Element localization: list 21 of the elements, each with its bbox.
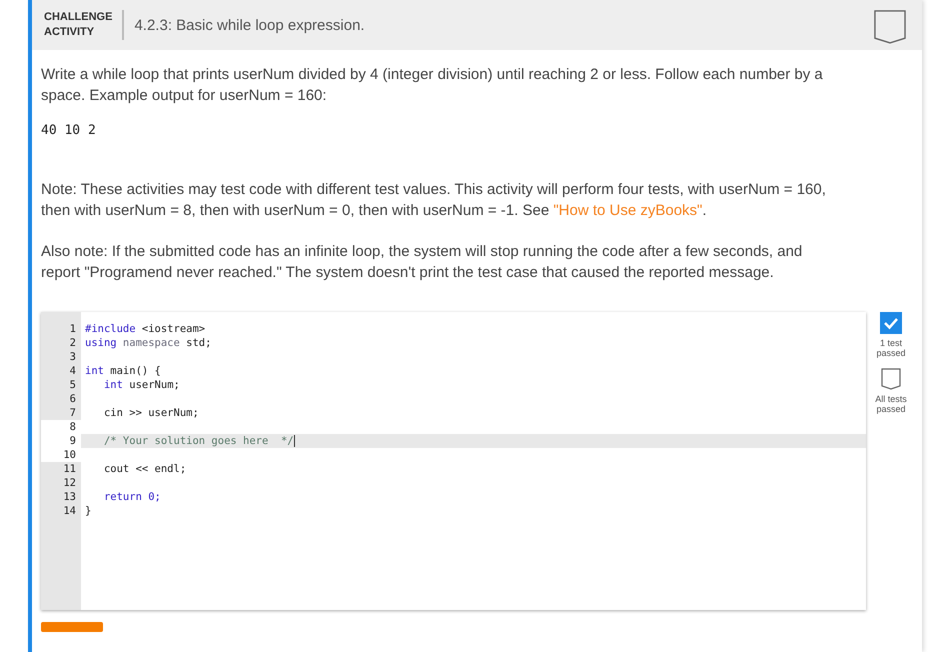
instructions-text: Write a while loop that prints userNum divided by 4 (integer division) until reaching 2 or less. Follow each number by a space. Example output for userNum = 160: [41, 65, 824, 106]
code-line: } [84, 504, 92, 518]
note-text: Note: These activities may test code with different test values. This activity will perform four tests, with userNum = 160, then with userNum = 8, then with userNum = 0, then with userNum = -1. See "How to Use zyBooks". [41, 180, 827, 221]
example-output: 40 10 2 [41, 123, 97, 138]
code-line: return 0; [102, 490, 162, 504]
code-line: #include <iostream> [84, 322, 206, 336]
test-label: All tests passed [874, 394, 908, 414]
code-editor[interactable]: 1 #include <iostream> 2 using namespace std; 3 4 int main() { 5 int userNum; 6 7 cin >> userNum; 8 9 /* Your solution goes here */ 10 11 cout << endl; 12 13 return 0; 14 } [41, 312, 866, 610]
code-line: cout << endl; [102, 462, 188, 476]
run-button[interactable] [41, 622, 103, 632]
code-line: int userNum; [102, 378, 181, 392]
activity-title: 4.2.3: Basic while loop expression. [134, 16, 366, 34]
code-line: cin >> userNum; [102, 406, 200, 420]
test-label: 1 test passed [875, 338, 907, 358]
line-number: 10 [41, 448, 81, 462]
activity-tag: CHALLENGE ACTIVITY [44, 10, 124, 40]
also-note-text: Also note: If the submitted code has an infinite loop, the system will stop running the code after a few seconds, and report "Programend never reached." The system doesn't print the test case that caused the reported message. [41, 242, 804, 283]
code-line: using namespace std; [84, 336, 212, 350]
line-number: 8 [41, 420, 81, 434]
code-line: int main() { [84, 364, 162, 378]
line-number: 9 [41, 434, 81, 448]
